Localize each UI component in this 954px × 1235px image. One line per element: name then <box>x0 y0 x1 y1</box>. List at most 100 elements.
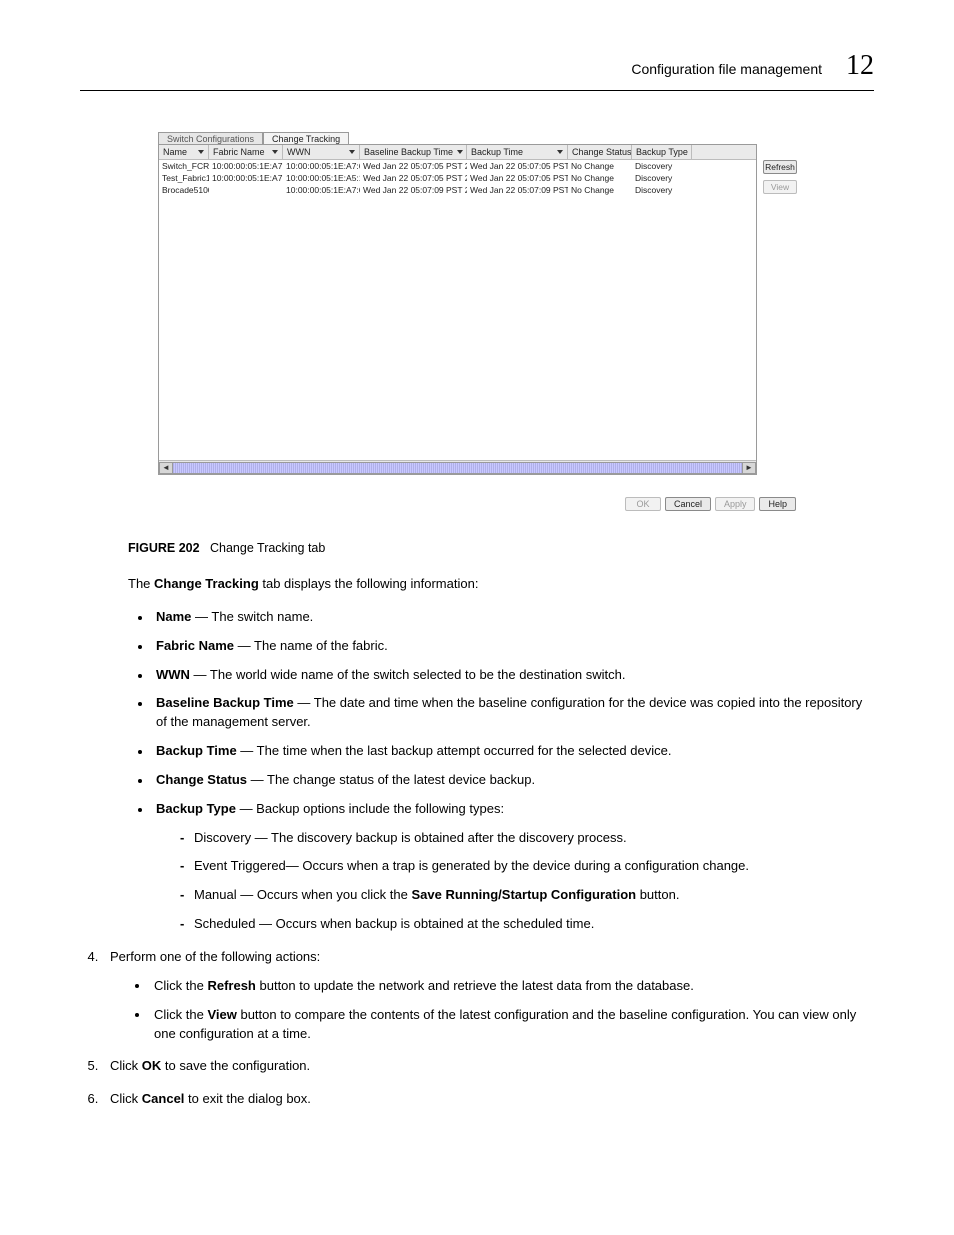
text-bold: Change Status <box>156 772 247 787</box>
change-tracking-screenshot: Switch Configurations Change Tracking Na… <box>158 131 796 511</box>
col-wwn[interactable]: WWN <box>283 145 360 159</box>
text: The <box>128 576 154 591</box>
scroll-right-icon[interactable]: ► <box>742 462 756 474</box>
cell-wwn: 10:00:00:05:1E:A5:1E:59 <box>283 173 360 183</box>
list-item: Click the Refresh button to update the n… <box>150 977 874 996</box>
col-wwn-label: WWN <box>287 147 311 157</box>
col-name[interactable]: Name <box>159 145 209 159</box>
list-item: Baseline Backup Time — The date and time… <box>152 694 874 732</box>
cell-bbt: Wed Jan 22 05:07:05 PST 2014 <box>360 173 467 183</box>
tab-bar: Switch Configurations Change Tracking <box>158 131 796 144</box>
horizontal-scrollbar[interactable]: ◄ ► <box>159 460 756 474</box>
col-backup-time[interactable]: Backup Time <box>467 145 568 159</box>
scroll-left-icon[interactable]: ◄ <box>159 462 173 474</box>
page-header-number: 12 <box>846 50 874 82</box>
text: — The name of the fabric. <box>234 638 388 653</box>
text: Click <box>110 1058 142 1073</box>
page-header-title: Configuration file management <box>631 61 822 77</box>
list-item: Click the View button to compare the con… <box>150 1006 874 1044</box>
cell-name: Switch_FCR... <box>159 161 209 171</box>
text: button to update the network and retriev… <box>256 978 694 993</box>
col-baseline-backup-time[interactable]: Baseline Backup Time <box>360 145 467 159</box>
text-bold: Save Running/Startup Configuration <box>411 887 636 902</box>
col-bt-label: Backup Time <box>471 147 523 157</box>
view-button[interactable]: View <box>763 180 797 194</box>
text: to exit the dialog box. <box>184 1091 310 1106</box>
col-bbt-label: Baseline Backup Time <box>364 147 453 157</box>
text-bold: Refresh <box>207 978 255 993</box>
cell-btype: Discovery <box>632 185 692 195</box>
cell-wwn: 10:00:00:05:1E:A7:6B:38 <box>283 161 360 171</box>
text-bold: Name <box>156 609 191 624</box>
cell-bt: Wed Jan 22 05:07:05 PST 2014 <box>467 173 568 183</box>
col-fabric-label: Fabric Name <box>213 147 265 157</box>
side-buttons: Refresh View <box>763 144 797 475</box>
text: — The time when the last backup attempt … <box>237 743 672 758</box>
chevron-down-icon <box>272 150 278 154</box>
cancel-button[interactable]: Cancel <box>665 497 711 511</box>
chevron-down-icon <box>198 150 204 154</box>
refresh-button[interactable]: Refresh <box>763 160 797 174</box>
grid-header-row: Name Fabric Name WWN Baseline Backup Tim… <box>159 145 756 160</box>
steps-list: Perform one of the following actions: Cl… <box>102 948 874 1109</box>
text: Click the <box>154 1007 207 1022</box>
text: Click the <box>154 978 207 993</box>
table-row[interactable]: Switch_FCR... 10:00:00:05:1E:A7:6B:38 10… <box>159 160 756 172</box>
list-item: Scheduled — Occurs when backup is obtain… <box>180 915 874 934</box>
page-header: Configuration file management 12 <box>80 50 874 82</box>
cell-cs: No Change <box>568 185 632 195</box>
help-button[interactable]: Help <box>759 497 796 511</box>
text-bold: Change Tracking <box>154 576 259 591</box>
figure-caption: FIGURE 202 Change Tracking tab <box>128 541 874 555</box>
col-fabric[interactable]: Fabric Name <box>209 145 283 159</box>
chevron-down-icon <box>557 150 563 154</box>
text-bold: Fabric Name <box>156 638 234 653</box>
list-item: Fabric Name — The name of the fabric. <box>152 637 874 656</box>
table-row[interactable]: Brocade5100 10:00:00:05:1E:A7:6B:77 Wed … <box>159 184 756 196</box>
text: Perform one of the following actions: <box>110 949 320 964</box>
text: button. <box>636 887 679 902</box>
figure-label: FIGURE 202 <box>128 541 200 555</box>
cell-btype: Discovery <box>632 173 692 183</box>
step-4-actions: Click the Refresh button to update the n… <box>150 977 874 1044</box>
grid-body: Switch_FCR... 10:00:00:05:1E:A7:6B:38 10… <box>159 160 756 460</box>
cell-cs: No Change <box>568 161 632 171</box>
backup-type-sublist: Discovery — The discovery backup is obta… <box>180 829 874 934</box>
scroll-track[interactable] <box>173 462 742 474</box>
list-item: WWN — The world wide name of the switch … <box>152 666 874 685</box>
text-bold: Backup Time <box>156 743 237 758</box>
col-btype-label: Backup Type <box>636 147 688 157</box>
col-backup-type[interactable]: Backup Type <box>632 145 692 159</box>
list-item: Manual — Occurs when you click the Save … <box>180 886 874 905</box>
text: Click <box>110 1091 142 1106</box>
text-bold: WWN <box>156 667 190 682</box>
col-change-status[interactable]: Change Status <box>568 145 632 159</box>
cell-bbt: Wed Jan 22 05:07:09 PST 2014 <box>360 185 467 195</box>
cell-wwn: 10:00:00:05:1E:A7:6B:77 <box>283 185 360 195</box>
step-4: Perform one of the following actions: Cl… <box>102 948 874 1043</box>
text: — Backup options include the following t… <box>236 801 504 816</box>
text-bold: Cancel <box>142 1091 185 1106</box>
text: — The switch name. <box>191 609 313 624</box>
text: Manual — Occurs when you click the <box>194 887 411 902</box>
text: tab displays the following information: <box>259 576 479 591</box>
figure-caption-text: Change Tracking tab <box>210 541 325 555</box>
text-bold: OK <box>142 1058 162 1073</box>
apply-button[interactable]: Apply <box>715 497 756 511</box>
ok-button[interactable]: OK <box>625 497 661 511</box>
text: to save the configuration. <box>161 1058 310 1073</box>
chevron-down-icon <box>457 150 463 154</box>
text-bold: Baseline Backup Time <box>156 695 294 710</box>
step-5: Click OK to save the configuration. <box>102 1057 874 1076</box>
cell-name: Test_Fabric11 <box>159 173 209 183</box>
col-cs-label: Change Status <box>572 147 632 157</box>
list-item: Discovery — The discovery backup is obta… <box>180 829 874 848</box>
text: — The world wide name of the switch sele… <box>190 667 626 682</box>
text: button to compare the contents of the la… <box>154 1007 856 1041</box>
table-row[interactable]: Test_Fabric11 10:00:00:05:1E:A7:6B:38 10… <box>159 172 756 184</box>
list-item: Change Status — The change status of the… <box>152 771 874 790</box>
list-item: Event Triggered— Occurs when a trap is g… <box>180 857 874 876</box>
col-name-label: Name <box>163 147 187 157</box>
cell-btype: Discovery <box>632 161 692 171</box>
cell-name: Brocade5100 <box>159 185 209 195</box>
